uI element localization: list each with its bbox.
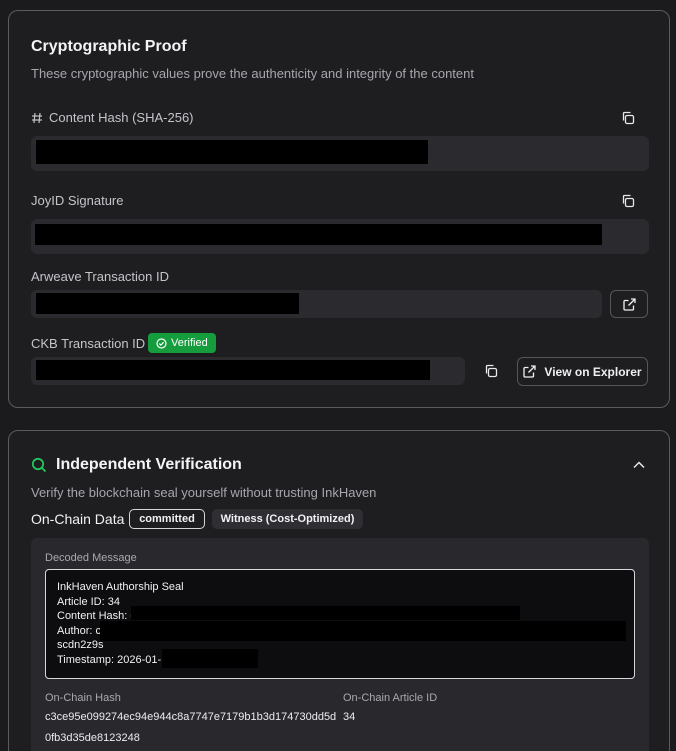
verification-title: Independent Verification <box>56 456 242 473</box>
search-icon <box>31 457 47 473</box>
copy-ckb-tx-button[interactable] <box>478 358 504 384</box>
copy-icon <box>622 194 635 208</box>
ckb-tx-label: CKB Transaction ID <box>31 336 146 351</box>
ckb-label-row: CKB Transaction ID <box>31 336 145 351</box>
content-hash-field[interactable] <box>31 136 649 171</box>
joyid-signature-field[interactable] <box>31 219 649 254</box>
ckb-tx-field[interactable] <box>31 357 465 385</box>
hash-icon <box>32 112 42 123</box>
redacted-joyid-signature <box>35 224 602 245</box>
content-hash-label-row: Content Hash (SHA-256) <box>31 110 194 125</box>
copy-joyid-signature-button[interactable] <box>615 188 641 214</box>
onchain-hash-label: On-Chain Hash <box>45 692 121 704</box>
joyid-signature-label: JoyID Signature <box>31 193 124 208</box>
cryptographic-proof-card: Cryptographic Proof These cryptographic … <box>8 10 670 408</box>
proof-title: Cryptographic Proof <box>31 38 187 55</box>
copy-icon <box>622 111 635 125</box>
copy-content-hash-button[interactable] <box>615 105 641 131</box>
collapse-button[interactable] <box>626 452 652 478</box>
verified-badge-label: Verified <box>171 337 208 349</box>
redacted-author <box>100 621 626 641</box>
chevron-up-icon <box>633 461 645 469</box>
joyid-label-row: JoyID Signature <box>31 193 124 208</box>
message-line: Timestamp: 2026-01- <box>57 654 162 666</box>
arweave-label-row: Arweave Transaction ID <box>31 269 169 284</box>
decoded-message-box[interactable]: InkHaven Authorship Seal Article ID: 34 … <box>45 569 635 679</box>
view-on-explorer-label: View on Explorer <box>544 364 642 379</box>
arweave-tx-label: Arweave Transaction ID <box>31 269 170 284</box>
mode-pill: Witness (Cost-Optimized) <box>212 509 363 529</box>
onchain-hash-value-line2: 0fb3d35de8123248 <box>45 732 140 744</box>
redacted-ckb-tx <box>36 360 430 380</box>
onchain-data-panel: Decoded Message InkHaven Authorship Seal… <box>31 538 649 751</box>
redacted-arweave-tx <box>36 293 299 314</box>
verified-badge: Verified <box>148 333 216 353</box>
onchain-article-id-label: On-Chain Article ID <box>343 692 438 704</box>
redacted-timestamp <box>162 649 258 668</box>
onchain-article-id-value: 34 <box>343 711 356 723</box>
check-circle-icon <box>156 337 167 349</box>
independent-verification-card: Independent Verification Verify the bloc… <box>8 430 670 751</box>
status-pill: committed <box>129 509 205 529</box>
message-line: Author: c <box>57 625 102 637</box>
message-line: InkHaven Authorship Seal <box>57 581 184 593</box>
copy-icon <box>485 364 498 378</box>
view-on-explorer-button[interactable]: View on Explorer <box>517 357 648 386</box>
arweave-tx-field[interactable] <box>31 290 602 318</box>
content-hash-label: Content Hash (SHA-256) <box>49 110 194 125</box>
verification-subtitle: Verify the blockchain seal yourself with… <box>31 485 377 500</box>
redacted-content-hash <box>131 606 520 620</box>
onchain-data-label: On-Chain Data <box>31 511 125 527</box>
open-arweave-button[interactable] <box>610 290 648 318</box>
external-link-icon <box>523 365 537 378</box>
onchain-hash-value-line1: c3ce95e099274ec94e944c8a7747e7179b1b3d17… <box>45 711 337 723</box>
proof-subtitle: These cryptographic values prove the aut… <box>31 66 474 81</box>
external-link-icon <box>622 297 636 311</box>
decoded-message-label: Decoded Message <box>45 552 137 564</box>
message-line: scdn2z9s <box>57 639 104 651</box>
redacted-content-hash <box>36 140 428 164</box>
message-line: Article ID: 34 <box>57 596 120 608</box>
